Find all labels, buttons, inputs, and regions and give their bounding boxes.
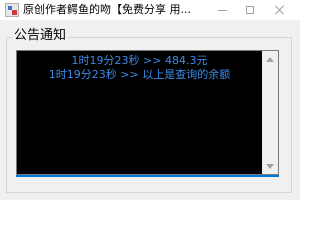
notice-line: 1时19分23秒 >> 484.3元 <box>71 54 208 67</box>
scroll-up-button[interactable] <box>262 51 278 67</box>
maximize-icon <box>246 6 254 14</box>
close-button[interactable] <box>266 0 294 20</box>
close-icon <box>275 5 285 15</box>
vertical-scrollbar[interactable] <box>262 51 278 174</box>
focus-underline <box>16 175 279 177</box>
notice-line: 1时19分23秒 >> 以上是查询的余额 <box>48 68 231 81</box>
notice-textbox[interactable]: 1时19分23秒 >> 484.3元 1时19分23秒 >> 以上是查询的余额 <box>16 50 279 175</box>
minimize-button[interactable] <box>208 0 236 20</box>
arrow-down-icon <box>266 163 274 169</box>
title-bar[interactable]: 原创作者鳄鱼的吻【免费分享 用... <box>0 0 300 20</box>
scroll-track[interactable] <box>262 67 278 158</box>
scroll-down-button[interactable] <box>262 158 278 174</box>
notice-group-label: 公告通知 <box>12 28 69 44</box>
app-window: 原创作者鳄鱼的吻【免费分享 用... 公告通知 1时19分23秒 >> 484.… <box>0 0 300 200</box>
maximize-button[interactable] <box>236 0 264 20</box>
window-title: 原创作者鳄鱼的吻【免费分享 用... <box>23 3 191 16</box>
minimize-icon <box>217 9 227 11</box>
app-icon <box>5 3 19 17</box>
arrow-up-icon <box>266 56 274 62</box>
